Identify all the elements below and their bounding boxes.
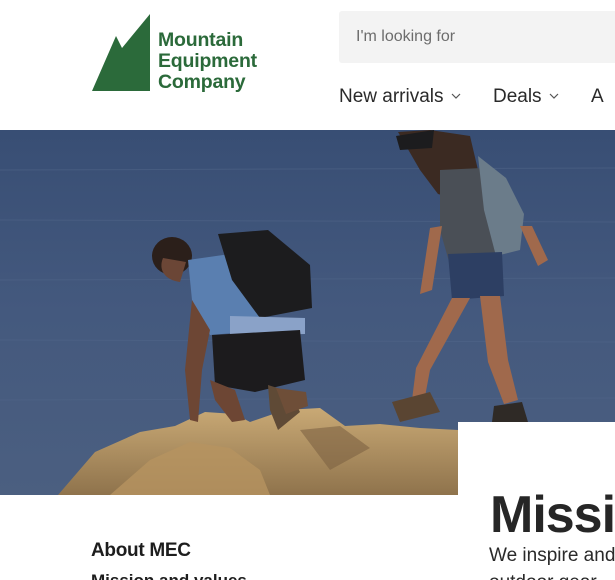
main-nav: New arrivals Deals A xyxy=(339,86,615,112)
mission-card: Missio xyxy=(458,422,615,544)
chevron-down-icon xyxy=(451,93,460,99)
nav-label: A xyxy=(591,86,604,107)
page: Mountain Equipment Company New arrivals … xyxy=(0,0,615,580)
brand-logo[interactable]: Mountain Equipment Company xyxy=(92,14,282,96)
body-line: We inspire and xyxy=(489,545,615,566)
nav-label: New arrivals xyxy=(339,86,444,107)
search-input[interactable] xyxy=(339,11,615,63)
side-nav-heading: About MEC xyxy=(91,540,191,561)
body-line: outdoor gear xyxy=(489,569,615,580)
nav-label: Deals xyxy=(492,86,542,107)
mission-body-text: We inspire and outdoor gear xyxy=(489,542,615,580)
brand-wordmark: Mountain Equipment Company xyxy=(158,30,257,93)
brand-line-1: Mountain xyxy=(158,29,244,51)
site-header: Mountain Equipment Company New arrivals … xyxy=(0,0,615,131)
chevron-down-icon xyxy=(549,93,558,99)
brand-line-3: Company xyxy=(158,71,246,93)
mission-heading: Missio xyxy=(490,485,615,544)
mountain-logo-icon xyxy=(92,14,150,91)
nav-item-deals[interactable]: Deals xyxy=(493,86,559,108)
side-nav-link-mission[interactable]: Mission and values xyxy=(91,571,247,580)
nav-item-truncated[interactable]: A xyxy=(591,86,604,108)
side-nav: About MEC Mission and values xyxy=(91,540,247,580)
search-box xyxy=(339,11,615,63)
nav-item-new-arrivals[interactable]: New arrivals xyxy=(339,86,461,108)
brand-line-2: Equipment xyxy=(158,50,257,72)
